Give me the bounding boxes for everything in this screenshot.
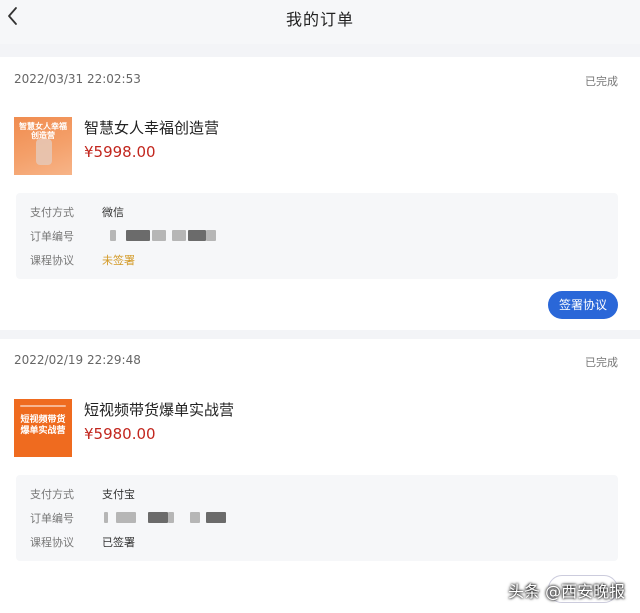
redaction-mask (104, 512, 108, 523)
order-status: 已完成 (585, 356, 618, 369)
order-number-label: 订单编号 (30, 512, 74, 525)
order-card[interactable]: 2022/03/31 22:02:53 已完成 智慧女人幸福创造营 智慧女人幸福… (0, 57, 640, 330)
payment-label: 支付方式 (30, 206, 74, 219)
course-thumbnail[interactable]: 智慧女人幸福创造营 (14, 117, 72, 175)
thumbnail-text: 短视频带货爆单实战营 (20, 415, 66, 436)
redaction-mask (190, 512, 200, 523)
payment-label: 支付方式 (30, 488, 74, 501)
redaction-mask (110, 230, 116, 241)
order-status: 已完成 (585, 75, 618, 88)
redaction-mask (116, 512, 136, 523)
redaction-mask (148, 512, 168, 523)
order-date: 2022/02/19 22:29:48 (14, 353, 141, 367)
nav-bar: 我的订单 (0, 0, 640, 44)
order-card[interactable]: 2022/02/19 22:29:48 已完成 短视频带货爆单实战营 短视频带货… (0, 339, 640, 613)
payment-value: 微信 (102, 206, 124, 219)
payment-value: 支付宝 (102, 488, 135, 501)
thumbnail-figure (36, 139, 52, 165)
thumbnail-text: 智慧女人幸福创造营 (19, 122, 67, 140)
course-title[interactable]: 短视频带货爆单实战营 (84, 399, 234, 420)
order-date: 2022/03/31 22:02:53 (14, 72, 141, 86)
redaction-mask (188, 230, 206, 241)
order-info-box: 支付方式 微信 订单编号 课程协议 未签署 (16, 193, 618, 279)
sign-agreement-button[interactable]: 签署协议 (548, 291, 618, 319)
thumbnail-stripe (20, 405, 66, 407)
course-price: ¥5980.00 (84, 425, 156, 443)
order-number-label: 订单编号 (30, 230, 74, 243)
order-info-box: 支付方式 支付宝 订单编号 课程协议 已签署 (16, 475, 618, 561)
redaction-mask (126, 230, 150, 241)
course-price: ¥5998.00 (84, 143, 156, 161)
redaction-mask (206, 230, 216, 241)
agreement-label: 课程协议 (30, 536, 74, 549)
course-thumbnail[interactable]: 短视频带货爆单实战营 (14, 399, 72, 457)
course-title[interactable]: 智慧女人幸福创造营 (84, 117, 219, 138)
agreement-status: 已签署 (102, 536, 135, 549)
redaction-mask (206, 512, 226, 523)
redaction-mask (172, 230, 186, 241)
watermark: 头条 @西安晚报 (508, 582, 626, 601)
agreement-label: 课程协议 (30, 254, 74, 267)
agreement-status: 未签署 (102, 254, 135, 267)
redaction-mask (152, 230, 166, 241)
page-title: 我的订单 (285, 10, 354, 29)
redaction-mask (168, 512, 174, 523)
